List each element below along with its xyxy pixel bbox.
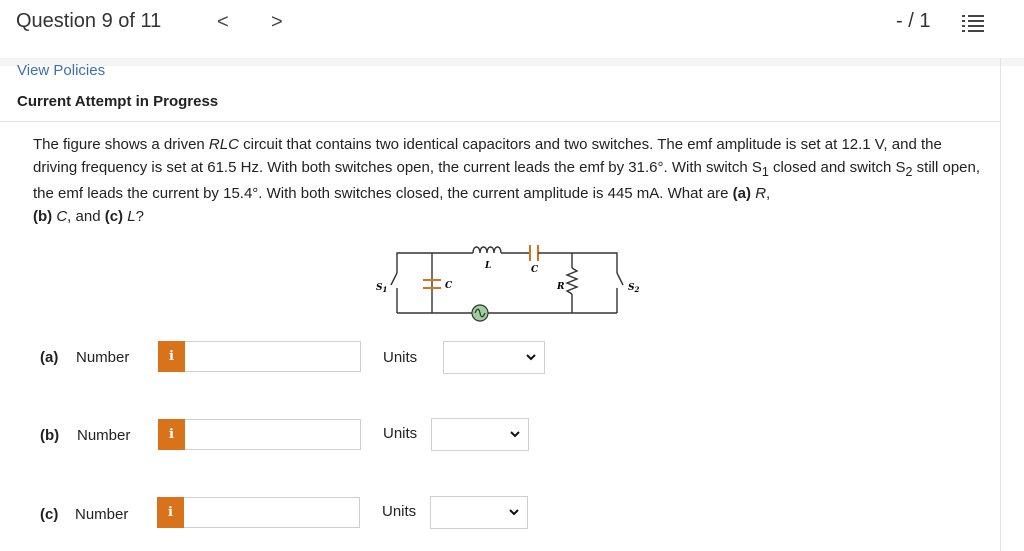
info-button[interactable]: i [158, 419, 185, 450]
chevron-down-icon [509, 509, 519, 516]
next-question-button[interactable]: > [271, 12, 283, 32]
info-icon: i [168, 505, 173, 520]
label-c-top: C [531, 265, 539, 275]
number-label: Number [77, 427, 131, 444]
label-r: R [556, 282, 565, 292]
units-label: Units [383, 349, 418, 366]
chevron-down-icon [526, 354, 536, 361]
previous-question-button[interactable]: < [217, 12, 229, 32]
number-label: Number [75, 506, 129, 523]
question-header: Question 9 of 11 < > - / 1 [0, 0, 1024, 58]
info-button[interactable]: i [157, 497, 184, 528]
part-label: (b) [40, 427, 60, 444]
section-divider [0, 121, 1000, 122]
units-select[interactable] [443, 341, 545, 374]
units-label: Units [383, 425, 418, 442]
number-input[interactable] [185, 341, 361, 372]
label-s2: S2 [628, 283, 640, 294]
label-s1: S1 [376, 283, 387, 294]
part-label: (a) [40, 349, 59, 366]
rlc-circuit-figure: S1 C L C R S2 [376, 245, 640, 322]
switch-s2 [616, 272, 624, 313]
part-label: (c) [40, 506, 59, 523]
number-input[interactable] [185, 419, 361, 450]
header-divider [0, 58, 1024, 66]
label-c-left: C [445, 281, 453, 291]
switch-s1 [390, 272, 398, 313]
info-button[interactable]: i [158, 341, 185, 372]
chevron-down-icon [510, 431, 520, 438]
attempt-status: Current Attempt in Progress [17, 93, 219, 110]
view-policies-link[interactable]: View Policies [17, 62, 105, 79]
units-select[interactable] [431, 418, 529, 451]
number-input[interactable] [184, 497, 360, 528]
info-icon: i [169, 427, 174, 442]
problem-statement: The figure shows a driven RLC circuit th… [33, 136, 981, 225]
units-select[interactable] [430, 496, 528, 529]
info-icon: i [169, 349, 174, 364]
label-l: L [484, 261, 491, 271]
content-right-border [1000, 58, 1001, 551]
units-label: Units [382, 503, 417, 520]
number-label: Number [76, 349, 130, 366]
score-display: - / 1 [896, 10, 931, 32]
question-list-icon[interactable] [962, 15, 984, 33]
question-title: Question 9 of 11 [16, 10, 162, 32]
inductor-symbol [472, 246, 502, 254]
resistor-symbol [565, 267, 579, 295]
